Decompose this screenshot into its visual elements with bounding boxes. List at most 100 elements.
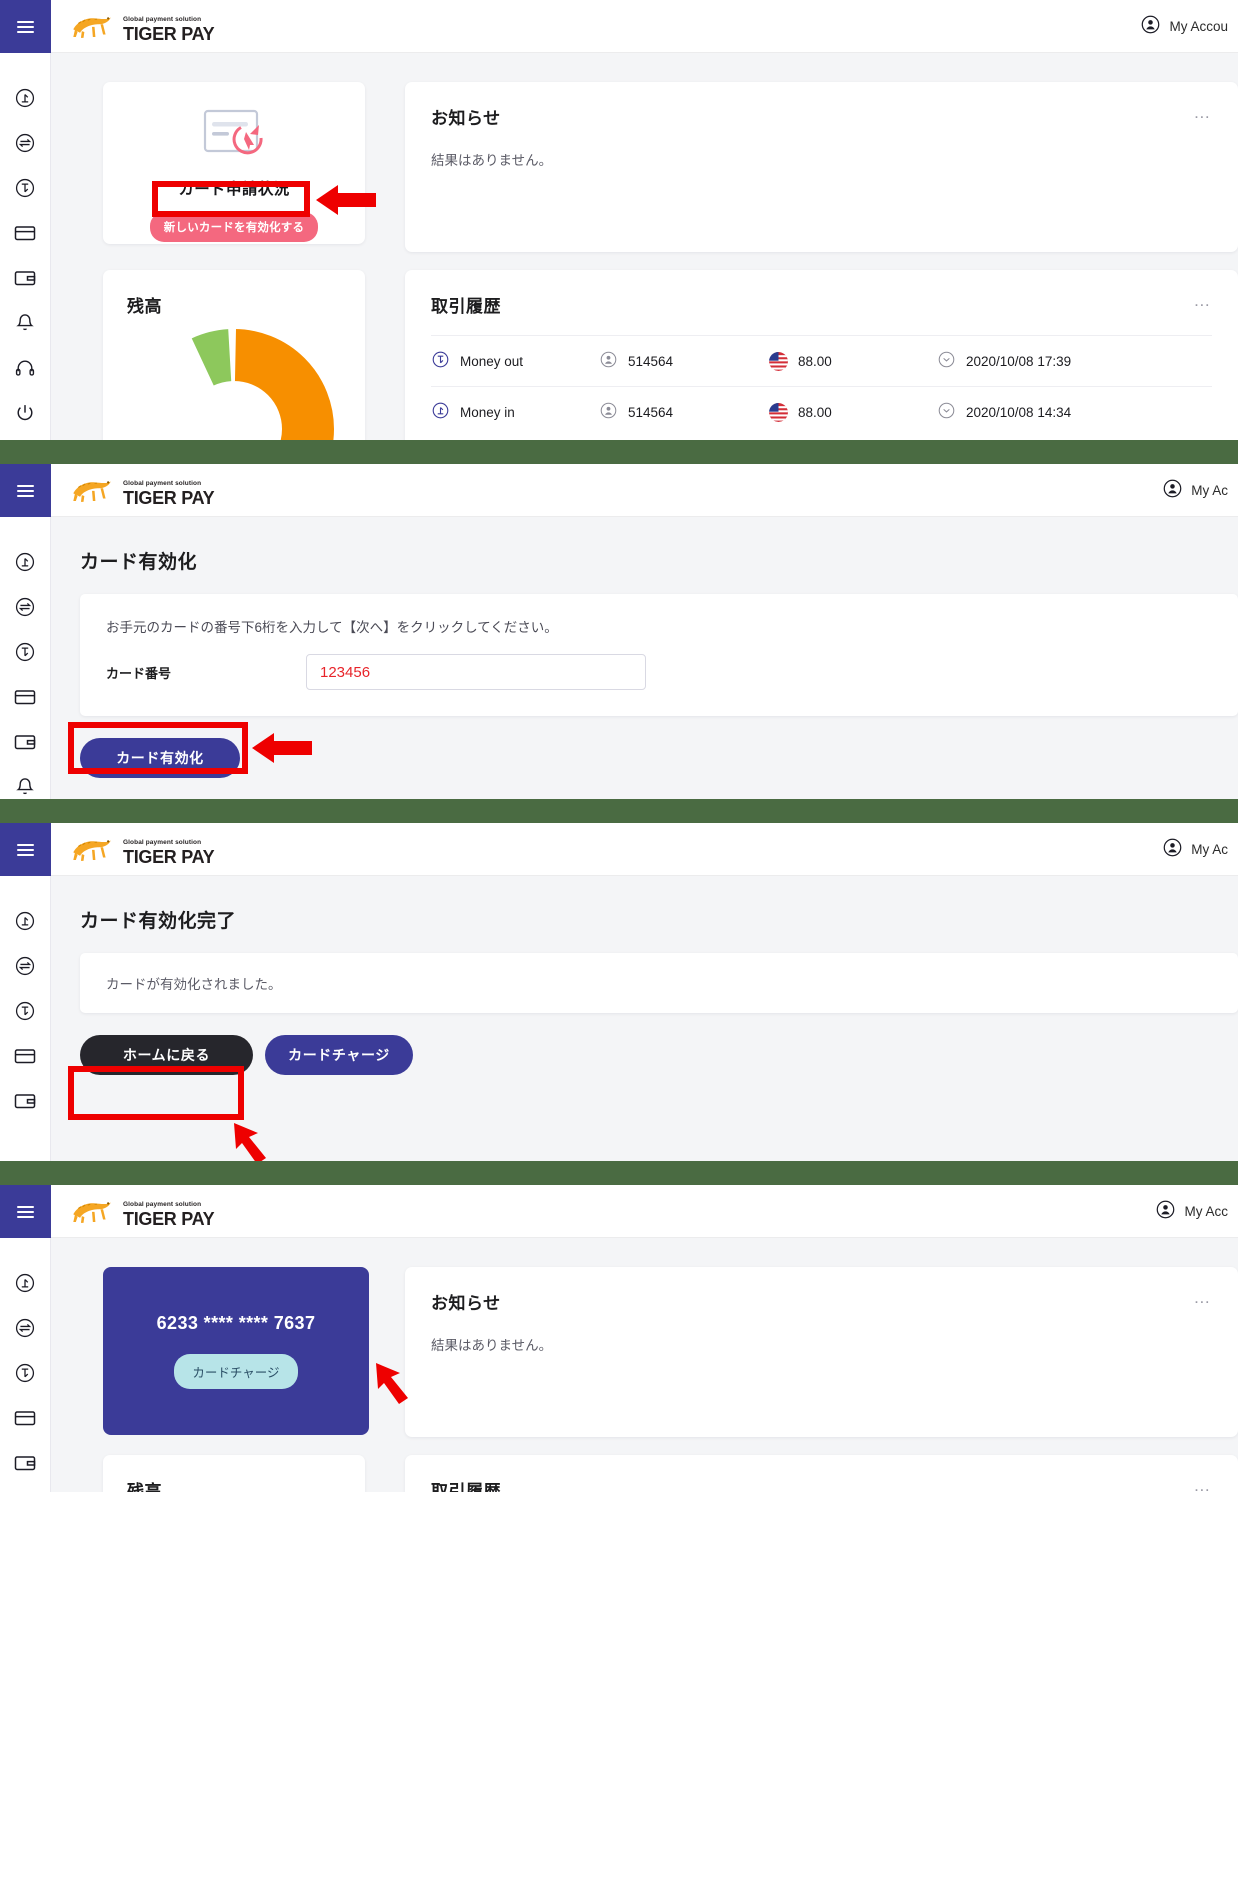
account-menu[interactable]: My Ac [1162, 478, 1238, 502]
sidebar-item-withdraw[interactable] [0, 165, 51, 210]
arrow-down-circle-icon [14, 641, 36, 663]
panel-card-activation: Global payment solution TIGER PAY My Ac … [0, 464, 1238, 799]
activation-message: カードが有効化されました。 [106, 977, 282, 992]
card-charge-button[interactable]: カードチャージ [174, 1354, 298, 1389]
logo[interactable]: Global payment solution TIGER PAY [66, 832, 215, 867]
hamburger-menu-button[interactable] [0, 1185, 51, 1238]
sidebar-item-card[interactable] [0, 1033, 51, 1078]
logo-wordmark: TIGER PAY [123, 846, 215, 867]
form-description: お手元のカードの番号下6桁を入力して【次へ】をクリックしてください。 [106, 620, 558, 635]
arrow-down-circle-icon [14, 177, 36, 199]
activated-card-tile[interactable]: 6233 **** **** 7637 カードチャージ [103, 1267, 369, 1435]
sidebar-item-deposit[interactable] [0, 539, 51, 584]
sidebar [0, 0, 51, 440]
transaction-history-more-button[interactable]: … [1193, 292, 1212, 309]
pointer-arrow-up-left [234, 1123, 266, 1161]
account-menu[interactable]: My Accou [1140, 14, 1238, 38]
table-row[interactable]: Money in 514564 88.00 2020/10/08 14:34 [431, 386, 1212, 437]
us-flag-icon [769, 351, 788, 371]
sidebar-item-notifications[interactable] [0, 764, 51, 799]
transaction-account: 514564 [628, 404, 674, 420]
sidebar-item-notifications[interactable] [0, 300, 51, 345]
account-menu[interactable]: My Ac [1162, 837, 1238, 861]
money-in-icon [431, 401, 450, 423]
transaction-history-card: 取引履歴 … Money out 514564 88.00 2020/10/08… [405, 1455, 1238, 1492]
sidebar-item-deposit[interactable] [0, 75, 51, 120]
tiger-logo-icon [73, 17, 111, 38]
hamburger-icon [16, 482, 34, 500]
notice-card: お知らせ … 結果はありません。 [405, 1267, 1238, 1437]
notice-more-button[interactable]: … [1193, 1289, 1212, 1306]
hamburger-menu-button[interactable] [0, 464, 51, 517]
sidebar-item-card[interactable] [0, 674, 51, 719]
sidebar-item-transfer[interactable] [0, 584, 51, 629]
logo[interactable]: Global payment solution TIGER PAY [66, 473, 215, 508]
sidebar-item-transfer[interactable] [0, 120, 51, 165]
tiger-logo-icon [73, 1202, 111, 1223]
user-avatar-icon [1162, 478, 1183, 502]
sidebar-item-deposit[interactable] [0, 898, 51, 943]
sidebar-item-withdraw[interactable] [0, 629, 51, 674]
sidebar-item-wallet[interactable] [0, 1078, 51, 1123]
account-menu[interactable]: My Acc [1155, 1199, 1238, 1223]
sidebar-nav [0, 1238, 51, 1492]
sidebar-item-card[interactable] [0, 210, 51, 255]
arrow-up-circle-icon [14, 910, 36, 932]
sidebar-item-transfer[interactable] [0, 943, 51, 988]
sidebar-item-withdraw[interactable] [0, 988, 51, 1033]
topbar: Global payment solution TIGER PAY My Ac [51, 464, 1238, 517]
tiger-logo-icon [73, 481, 111, 502]
dashboard-content: カード申請状況 新しいカードを有効化する お知らせ … 結果はありません。 残高 [51, 53, 1238, 440]
transaction-date: 2020/10/08 17:39 [966, 353, 1072, 369]
sidebar-item-withdraw[interactable] [0, 1350, 51, 1395]
sidebar-item-card[interactable] [0, 1395, 51, 1440]
account-label: My Accou [1169, 18, 1228, 34]
money-out-icon [431, 350, 450, 372]
logo-tagline: Global payment solution [123, 15, 202, 23]
sidebar-item-logout[interactable] [0, 390, 51, 435]
logo[interactable]: Global payment solution TIGER PAY [66, 9, 215, 44]
topbar: Global payment solution TIGER PAY My Acc… [51, 0, 1238, 53]
sidebar-item-wallet[interactable] [0, 255, 51, 300]
sidebar-nav [0, 517, 51, 799]
wallet-icon [13, 1089, 37, 1113]
sidebar-item-transfer[interactable] [0, 1305, 51, 1350]
transaction-history-title: 取引履歴 [431, 1482, 501, 1492]
pointer-arrow-up-left [376, 1363, 408, 1404]
notice-title: お知らせ [431, 109, 501, 128]
sidebar-item-wallet[interactable] [0, 719, 51, 764]
transaction-date: 2020/10/08 14:34 [966, 404, 1072, 420]
user-circle-icon [599, 401, 618, 423]
hamburger-menu-button[interactable] [0, 0, 51, 53]
arrow-down-circle-icon [14, 1362, 36, 1384]
card-number-input[interactable]: 123456 [306, 654, 646, 690]
clock-icon [937, 350, 956, 372]
balance-title: 残高 [127, 297, 162, 316]
sidebar-item-support[interactable] [0, 345, 51, 390]
logo[interactable]: Global payment solution TIGER PAY [66, 1194, 215, 1229]
credit-card-icon [13, 1406, 37, 1430]
logo-tagline: Global payment solution [123, 479, 202, 487]
table-row[interactable]: Money out 514564 88.00 2020/10/08 17:39 [431, 335, 1212, 386]
hamburger-icon [16, 1203, 34, 1221]
highlight-box-home-button [68, 1066, 244, 1120]
card-application-status-card: カード申請状況 新しいカードを有効化する [103, 82, 365, 244]
sidebar-item-deposit[interactable] [0, 1260, 51, 1305]
panel-dashboard: Global payment solution TIGER PAY My Acc… [0, 0, 1238, 440]
sidebar-item-notifications[interactable] [0, 1485, 51, 1492]
dashboard-with-card-content: 6233 **** **** 7637 カードチャージ お知らせ … 結果はあり… [51, 1238, 1238, 1492]
transaction-type: Money out [460, 353, 524, 369]
clock-icon [937, 401, 956, 423]
logo-wordmark: TIGER PAY [123, 23, 215, 44]
transaction-account: 514564 [628, 353, 674, 369]
sidebar-item-wallet[interactable] [0, 1440, 51, 1485]
sidebar [0, 464, 51, 799]
wallet-icon [13, 266, 37, 290]
transaction-history-more-button[interactable]: … [1193, 1477, 1212, 1492]
credit-card-icon [13, 221, 37, 245]
card-charge-button[interactable]: カードチャージ [265, 1035, 413, 1075]
notice-more-button[interactable]: … [1193, 104, 1212, 121]
panel-separator [0, 440, 1238, 464]
highlight-box-submit-button [68, 722, 248, 774]
hamburger-menu-button[interactable] [0, 823, 51, 876]
